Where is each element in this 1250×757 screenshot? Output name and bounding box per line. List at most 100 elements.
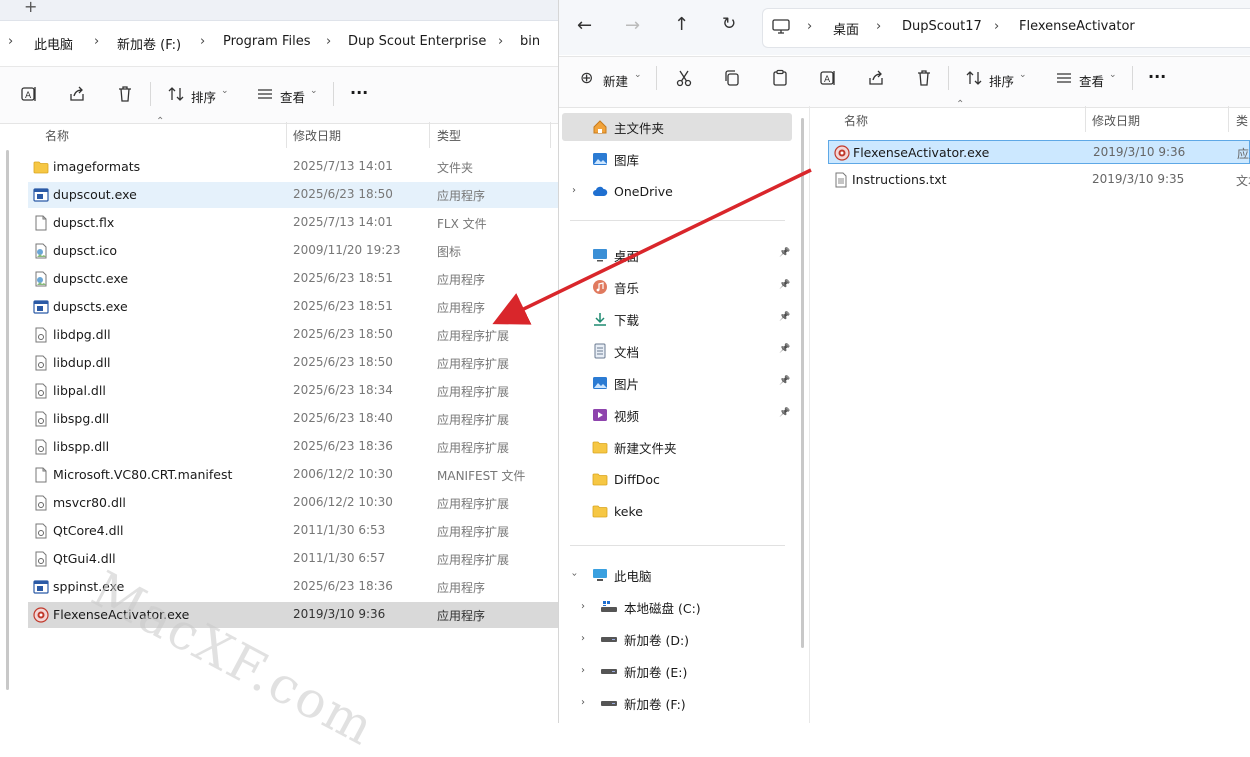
column-divider[interactable] <box>1085 106 1086 132</box>
pin-icon[interactable]: 📌 <box>779 376 790 386</box>
file-row[interactable]: dupsct.flx 2025/7/13 14:01 FLX 文件 <box>28 210 558 236</box>
file-row[interactable]: dupscts.exe 2025/6/23 18:51 应用程序 <box>28 294 558 320</box>
cut-icon[interactable] <box>673 67 695 89</box>
column-divider[interactable] <box>550 122 551 148</box>
breadcrumb-chevron-icon[interactable]: › <box>94 34 99 49</box>
column-divider[interactable] <box>286 122 287 148</box>
up-arrow-icon[interactable]: ↑ <box>674 14 689 35</box>
sort-icon[interactable] <box>165 83 187 105</box>
nav-item-drive[interactable]: 本地磁盘 (C:) <box>600 593 701 621</box>
breadcrumb-chevron-icon[interactable]: › <box>326 34 331 49</box>
chevron-right-icon[interactable]: › <box>581 633 585 644</box>
breadcrumb-item[interactable]: DupScout17 <box>902 19 982 34</box>
breadcrumb-item[interactable]: Program Files <box>223 34 311 49</box>
column-header-type[interactable]: 类 <box>1236 112 1248 129</box>
forward-arrow-icon[interactable]: → <box>625 15 640 36</box>
computer-icon[interactable] <box>772 19 790 35</box>
file-row[interactable]: FlexenseActivator.exe 2019/3/10 9:36 应用 <box>828 140 1250 164</box>
nav-item-pinned[interactable]: 桌面 <box>592 241 639 269</box>
breadcrumb-chevron-icon[interactable]: › <box>8 34 13 49</box>
breadcrumb-item[interactable]: bin <box>520 34 540 49</box>
breadcrumb-item[interactable]: 此电脑 <box>34 34 73 53</box>
pin-icon[interactable]: 📌 <box>779 408 790 418</box>
column-divider[interactable] <box>429 122 430 148</box>
pin-icon[interactable]: 📌 <box>779 280 790 290</box>
back-arrow-icon[interactable]: ← <box>577 15 592 36</box>
nav-scrollbar[interactable] <box>801 118 804 648</box>
nav-item-drive[interactable]: 新加卷 (E:) <box>600 657 687 685</box>
file-row[interactable]: Microsoft.VC80.CRT.manifest 2006/12/2 10:… <box>28 462 558 488</box>
vertical-scrollbar[interactable] <box>6 150 9 690</box>
view-icon[interactable] <box>1053 67 1075 89</box>
pin-icon[interactable]: 📌 <box>779 248 790 258</box>
nav-item-home[interactable]: 主文件夹 <box>562 113 792 141</box>
nav-item-pinned[interactable]: 音乐 <box>592 273 639 301</box>
chevron-right-icon[interactable]: › <box>572 185 576 196</box>
share-icon[interactable] <box>66 83 88 105</box>
more-options-button[interactable]: ··· <box>350 83 368 102</box>
breadcrumb-chevron-icon[interactable]: › <box>498 34 503 49</box>
pin-icon[interactable]: 📌 <box>779 344 790 354</box>
nav-item-folder[interactable]: 新建文件夹 <box>592 433 677 461</box>
new-tab-button[interactable]: + <box>24 0 37 16</box>
breadcrumb-chevron-icon[interactable]: › <box>200 34 205 49</box>
view-button[interactable]: 查看 <box>280 87 305 106</box>
chevron-right-icon[interactable]: › <box>581 665 585 676</box>
nav-item-onedrive[interactable]: OneDrive <box>592 177 673 205</box>
file-row[interactable]: imageformats 2025/7/13 14:01 文件夹 <box>28 154 558 180</box>
new-button[interactable]: 新建 <box>603 71 628 90</box>
more-options-button[interactable]: ··· <box>1148 67 1166 86</box>
file-row[interactable]: libdpg.dll 2025/6/23 18:50 应用程序扩展 <box>28 322 558 348</box>
file-row[interactable]: msvcr80.dll 2006/12/2 10:30 应用程序扩展 <box>28 490 558 516</box>
nav-item-this-pc[interactable]: 此电脑 <box>592 561 652 589</box>
chevron-down-icon[interactable]: ⌄ <box>634 70 642 80</box>
breadcrumb-item[interactable]: FlexenseActivator <box>1019 19 1135 34</box>
view-icon[interactable] <box>254 83 276 105</box>
column-header-type[interactable]: 类型 <box>437 127 461 144</box>
file-row[interactable]: Instructions.txt 2019/3/10 9:35 文本 <box>828 168 1250 192</box>
file-row[interactable]: libspg.dll 2025/6/23 18:40 应用程序扩展 <box>28 406 558 432</box>
nav-item-drive[interactable]: 新加卷 (D:) <box>600 625 689 653</box>
file-row[interactable]: QtCore4.dll 2011/1/30 6:53 应用程序扩展 <box>28 518 558 544</box>
file-row[interactable]: libdup.dll 2025/6/23 18:50 应用程序扩展 <box>28 350 558 376</box>
file-row[interactable]: dupsct.ico 2009/11/20 19:23 图标 <box>28 238 558 264</box>
column-header-name[interactable]: 名称 <box>844 112 868 129</box>
pin-icon[interactable]: 📌 <box>779 312 790 322</box>
chevron-down-icon[interactable]: ⌄ <box>310 86 318 96</box>
plus-icon[interactable]: ⊕ <box>580 68 593 87</box>
file-row[interactable]: dupsctc.exe 2025/6/23 18:51 应用程序 <box>28 266 558 292</box>
paste-icon[interactable] <box>769 67 791 89</box>
breadcrumb-item[interactable]: 桌面 <box>833 19 859 38</box>
delete-icon[interactable] <box>913 67 935 89</box>
file-row[interactable]: FlexenseActivator.exe 2019/3/10 9:36 应用程序 <box>28 602 558 628</box>
column-divider[interactable] <box>1228 106 1229 132</box>
pane-splitter[interactable] <box>809 106 810 723</box>
nav-item-pinned[interactable]: 下载 <box>592 305 639 333</box>
chevron-down-icon[interactable]: ⌄ <box>221 86 229 96</box>
breadcrumb-item[interactable]: 新加卷 (F:) <box>117 34 181 53</box>
file-row[interactable]: libspp.dll 2025/6/23 18:36 应用程序扩展 <box>28 434 558 460</box>
refresh-icon[interactable]: ↻ <box>722 14 736 34</box>
nav-item-folder[interactable]: DiffDoc <box>592 465 660 493</box>
chevron-right-icon[interactable]: › <box>581 697 585 708</box>
chevron-right-icon[interactable]: › <box>581 601 585 612</box>
column-header-name[interactable]: 名称 <box>45 127 69 144</box>
chevron-down-icon[interactable]: › <box>569 573 580 577</box>
sort-button[interactable]: 排序 <box>191 87 216 106</box>
copy-icon[interactable] <box>721 67 743 89</box>
breadcrumb-chevron-icon[interactable]: › <box>807 19 812 34</box>
column-header-date[interactable]: 修改日期 <box>293 127 341 144</box>
nav-item-pinned[interactable]: 视频 <box>592 401 639 429</box>
chevron-down-icon[interactable]: ⌄ <box>1109 70 1117 80</box>
nav-item-folder[interactable]: keke <box>592 497 643 525</box>
sort-button[interactable]: 排序 <box>989 71 1014 90</box>
nav-item-pinned[interactable]: 文档 <box>592 337 639 365</box>
nav-item-drive[interactable]: 新加卷 (F:) <box>600 689 686 717</box>
chevron-down-icon[interactable]: ⌄ <box>1019 70 1027 80</box>
column-header-date[interactable]: 修改日期 <box>1092 112 1140 129</box>
breadcrumb-chevron-icon[interactable]: › <box>994 19 999 34</box>
rename-icon[interactable]: A <box>18 83 40 105</box>
delete-icon[interactable] <box>114 83 136 105</box>
sort-icon[interactable] <box>963 67 985 89</box>
breadcrumb-item[interactable]: Dup Scout Enterprise <box>348 34 486 49</box>
